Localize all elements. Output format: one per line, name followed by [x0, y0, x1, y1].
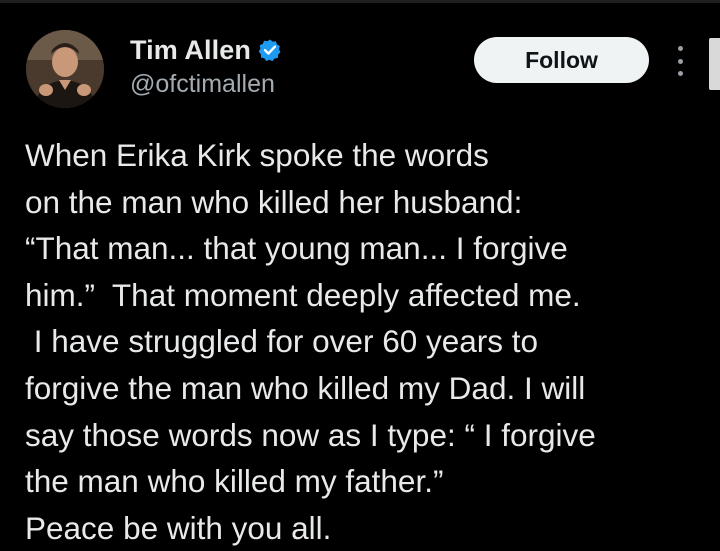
post-text-line: him.” That moment deeply affected me.: [25, 276, 581, 313]
post-text-line: say those words now as I type: “ I forgi…: [25, 416, 596, 453]
more-dot: [677, 46, 683, 51]
verified-badge-icon: [258, 38, 282, 62]
more-dot: [677, 71, 683, 76]
more-dot: [677, 58, 683, 64]
top-divider: [0, 0, 720, 3]
post-text-line: Peace be with you all.: [25, 509, 332, 546]
post-text-line: the man who killed my father.”: [25, 463, 444, 500]
post-text-line: forgive the man who killed my Dad. I wil…: [25, 369, 586, 406]
scrollbar-thumb[interactable]: [709, 38, 720, 90]
avatar[interactable]: [26, 30, 104, 108]
display-name[interactable]: Tim Allen: [130, 35, 251, 66]
avatar-photo-icon: [26, 30, 104, 108]
post-header: Tim Allen @ofctimallen Follow: [22, 28, 712, 112]
author-info: Tim Allen @ofctimallen: [130, 32, 282, 99]
follow-button[interactable]: Follow: [474, 37, 649, 83]
post-text-line: on the man who killed her husband:: [25, 183, 523, 220]
display-name-row: Tim Allen: [130, 32, 282, 68]
post-text-line: “That man... that young man... I forgive: [25, 230, 568, 267]
author-handle[interactable]: @ofctimallen: [130, 70, 282, 99]
post-text: When Erika Kirk spoke the words on the m…: [25, 132, 715, 551]
more-vertical-icon[interactable]: [668, 46, 692, 76]
post-text-line: When Erika Kirk spoke the words: [25, 137, 489, 173]
post-text-line: I have struggled for over 60 years to: [25, 323, 539, 360]
